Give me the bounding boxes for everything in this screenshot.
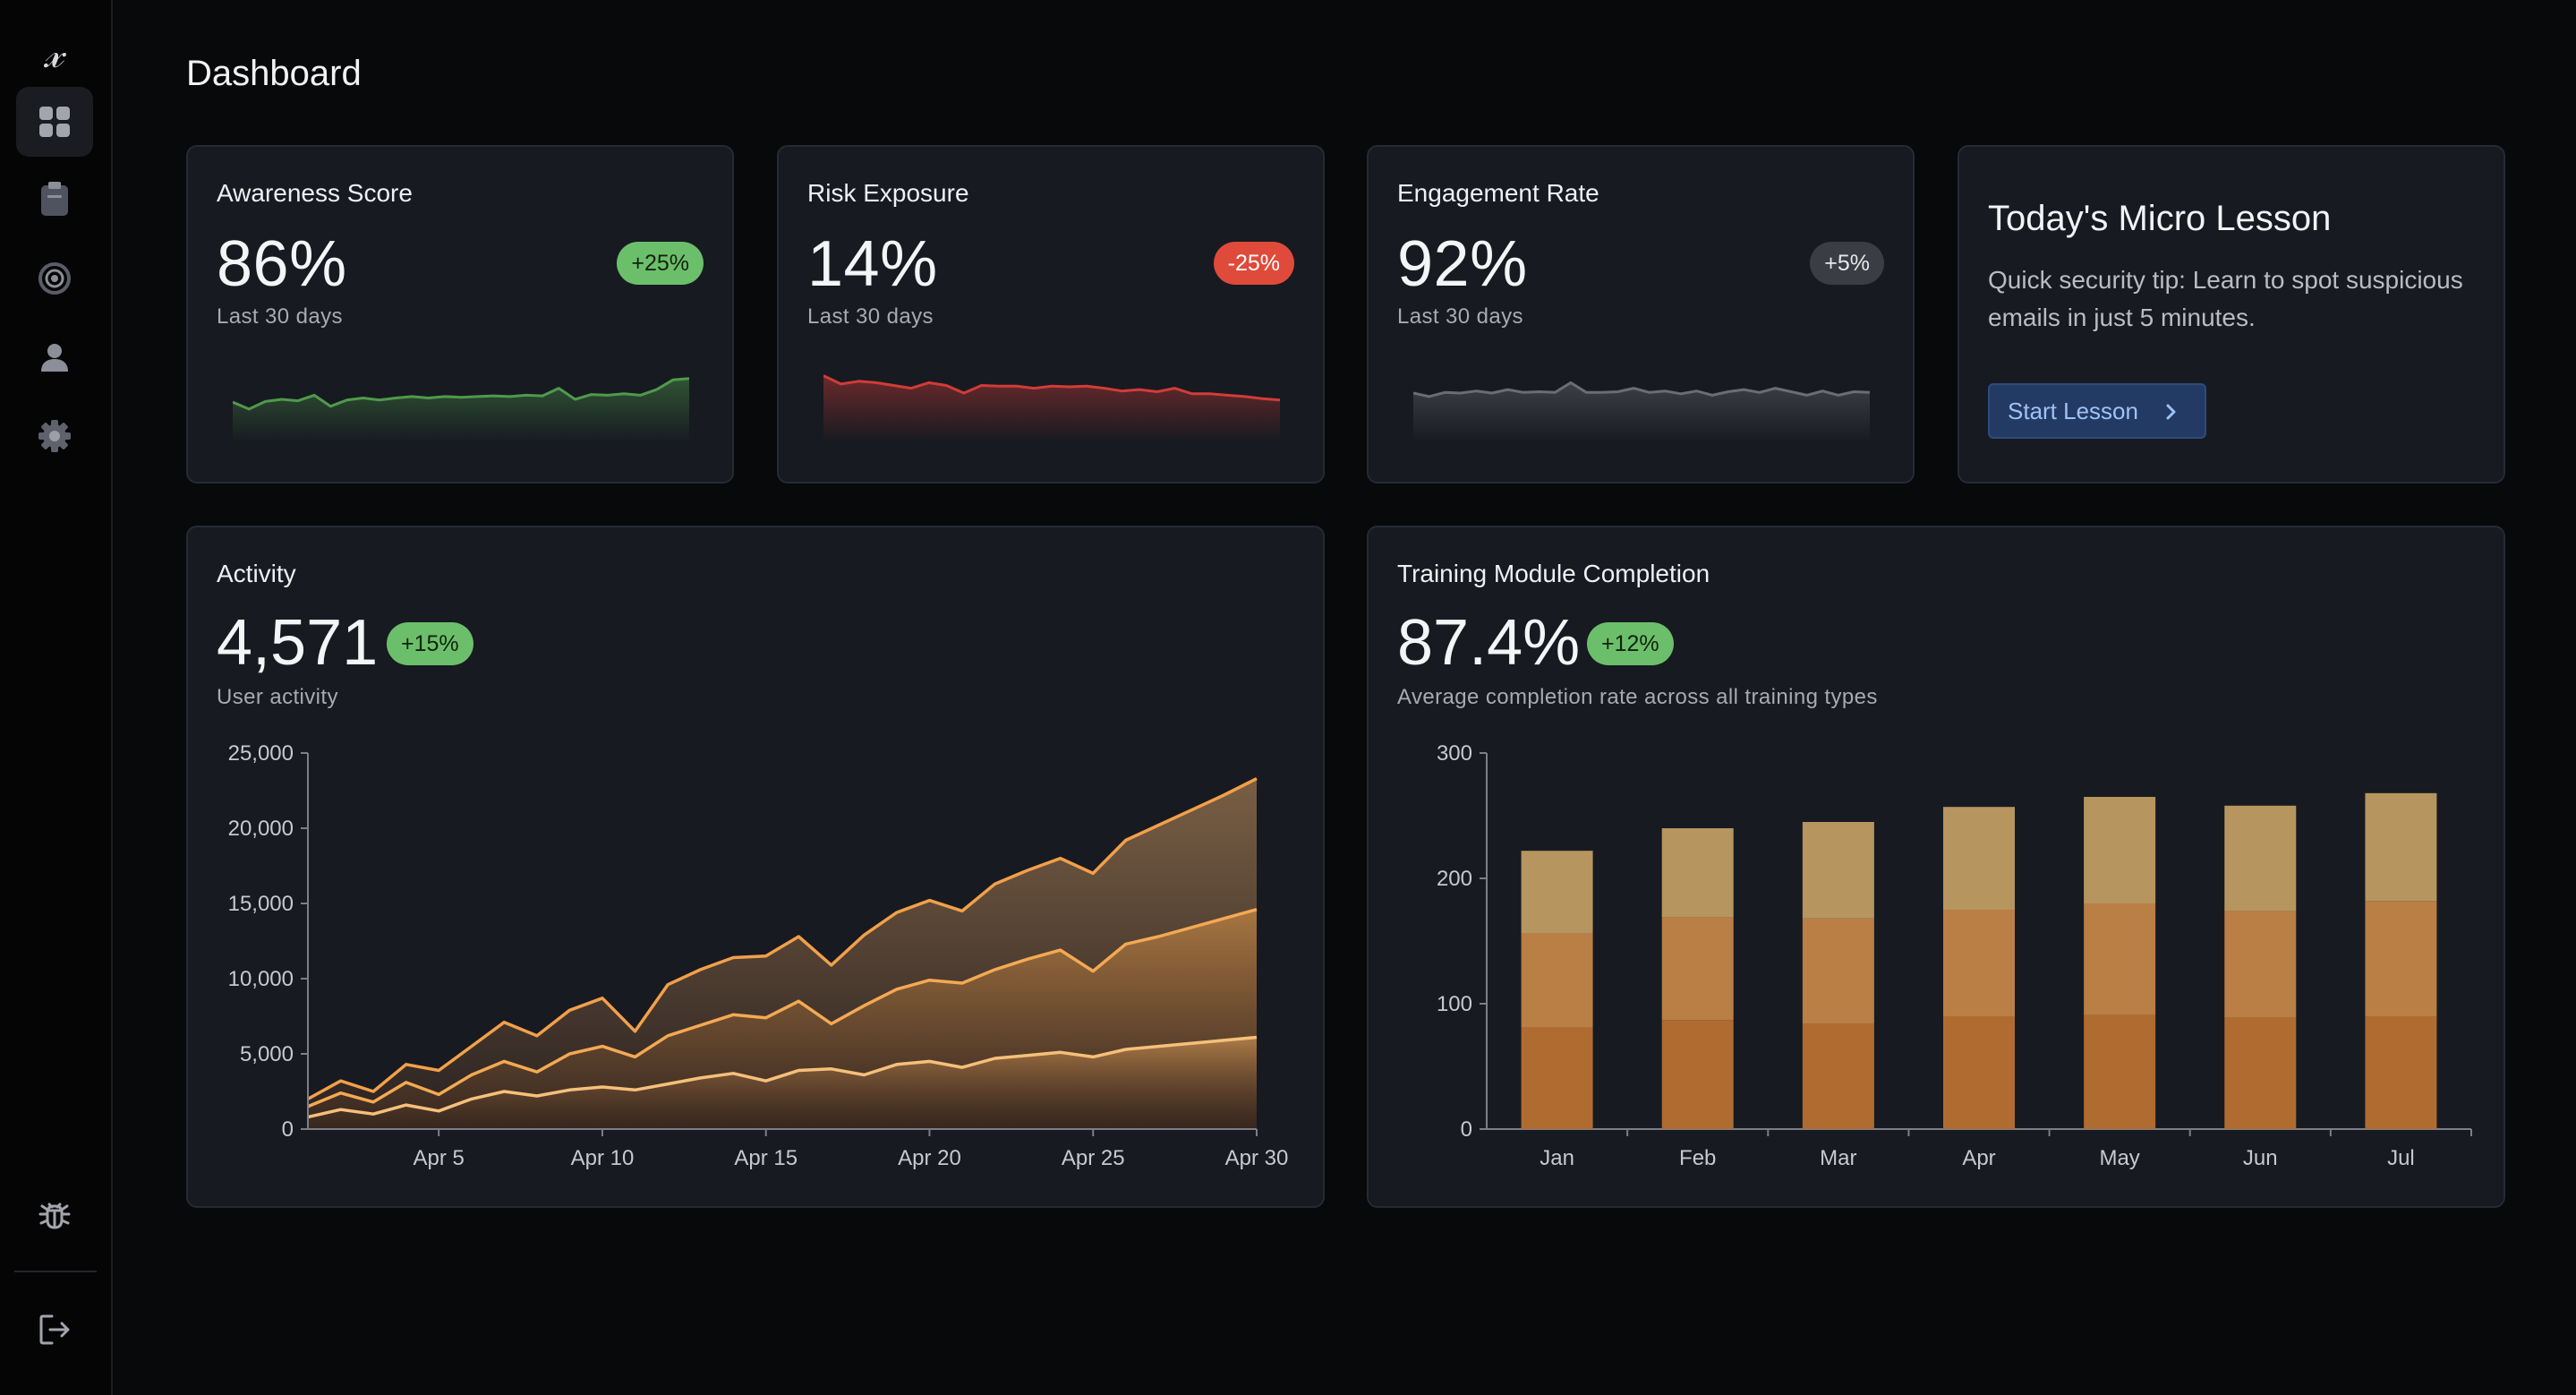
gear-icon	[38, 420, 71, 452]
user-icon	[41, 344, 68, 372]
bar-segment	[2365, 901, 2437, 1016]
x-tick-label: Jun	[2243, 1146, 2278, 1170]
x-tick-label: Apr	[1962, 1146, 1995, 1170]
y-tick-label: 10,000	[228, 967, 294, 991]
bar-segment	[1802, 822, 1874, 919]
sidebar-divider	[14, 1271, 97, 1272]
bar-segment	[2365, 792, 2437, 902]
clipboard-icon	[41, 182, 68, 216]
x-tick-label: Apr 25	[1062, 1146, 1125, 1170]
sidebar-item-settings[interactable]	[16, 401, 93, 471]
kpi-card-awareness: Awareness Score 86% +25% Last 30 days	[186, 145, 734, 484]
kpi-subtitle: Last 30 days	[807, 304, 934, 329]
page-title: Dashboard	[186, 54, 362, 93]
bar-segment	[1521, 933, 1593, 1028]
bar-segment	[2365, 1016, 2437, 1129]
bar-segment	[1943, 1016, 2015, 1129]
kpi-card-risk: Risk Exposure 14% -25% Last 30 days	[777, 145, 1325, 484]
kpi-title: Risk Exposure	[807, 179, 969, 207]
x-tick-label: Mar	[1820, 1146, 1856, 1170]
y-tick-label: 20,000	[228, 817, 294, 841]
sidebar-item-tasks[interactable]	[16, 164, 93, 234]
kpi-subtitle: Last 30 days	[217, 304, 343, 329]
sidebar: 𝓍	[0, 0, 113, 1395]
x-tick-label: Feb	[1679, 1146, 1716, 1170]
start-lesson-label: Start Lesson	[2008, 397, 2138, 424]
bar-segment	[1943, 807, 2015, 910]
sidebar-item-targets[interactable]	[16, 244, 93, 313]
activity-card: Activity 4,571 +15% User activity 0 5,000…	[186, 526, 1325, 1208]
target-icon	[38, 262, 71, 295]
chevron-right-icon	[2166, 404, 2176, 420]
y-tick-label: 25,000	[228, 741, 294, 766]
y-tick-label: 0	[1461, 1117, 1472, 1142]
activity-area-chart: 0 5,000 10,000 15,000 20,000 25,000 Apr 5 Apr 1…	[228, 741, 1289, 1170]
bar-segment	[1521, 851, 1593, 934]
kpi-value: 86%	[217, 228, 347, 300]
risk-sparkline	[823, 374, 1280, 442]
x-tick-label: Jan	[1540, 1146, 1574, 1170]
micro-lesson-card: Today's Micro Lesson Quick security tip:…	[1958, 145, 2505, 484]
lesson-title: Today's Micro Lesson	[1988, 199, 2332, 238]
x-tick-label: May	[2099, 1146, 2139, 1170]
logout-icon	[39, 1314, 70, 1345]
y-tick-label: 200	[1437, 867, 1472, 891]
kpi-card-engagement: Engagement Rate 92% +5% Last 30 days	[1367, 145, 1915, 484]
y-tick-label: 5,000	[240, 1042, 294, 1066]
kpi-value: 92%	[1397, 228, 1528, 300]
bar-segment	[1661, 917, 1734, 1021]
bar-segment	[1802, 1023, 1874, 1129]
sparkline-area	[233, 378, 689, 442]
kpi-title: Awareness Score	[217, 179, 413, 207]
bar-segment	[2084, 797, 2156, 903]
training-card: Training Module Completion 87.4% +12% Av…	[1367, 526, 2505, 1208]
bar-segment	[1943, 910, 2015, 1016]
sidebar-item-debug[interactable]	[16, 1179, 93, 1249]
sidebar-item-logout[interactable]	[16, 1295, 93, 1365]
kpi-value: 14%	[807, 228, 938, 300]
kpi-change-badge: +5%	[1810, 242, 1884, 285]
kpi-change-badge: -25%	[1213, 242, 1294, 285]
x-tick-label: Apr 20	[898, 1146, 961, 1170]
bug-icon	[38, 1202, 71, 1229]
x-tick-label: Apr 5	[414, 1146, 465, 1170]
bar-segment	[2084, 903, 2156, 1015]
lesson-description: Quick security tip: Learn to spot suspic…	[1988, 266, 2463, 331]
y-tick-label: 300	[1437, 741, 1472, 766]
dashboard-grid-icon	[39, 107, 70, 137]
bar-segment	[2224, 911, 2297, 1018]
training-bar-chart: 0 100 200 300 Jan Feb Mar Apr May Jun Jul	[1437, 741, 2472, 1170]
kpi-title: Engagement Rate	[1397, 179, 1599, 207]
awareness-sparkline	[233, 377, 689, 442]
x-tick-label: Apr 10	[571, 1146, 635, 1170]
bar-segment	[2224, 1017, 2297, 1129]
bar-segment	[1661, 828, 1734, 918]
sidebar-item-users[interactable]	[16, 322, 93, 392]
bar-segment	[2224, 805, 2297, 911]
bar-segment	[1802, 918, 1874, 1024]
y-tick-label: 100	[1437, 992, 1472, 1016]
y-tick-label: 15,000	[228, 892, 294, 916]
y-tick-label: 0	[282, 1117, 294, 1142]
x-tick-label: Apr 30	[1225, 1146, 1289, 1170]
engagement-sparkline	[1413, 381, 1870, 442]
x-tick-label: Jul	[2387, 1146, 2415, 1170]
bar-segment	[2084, 1014, 2156, 1129]
x-tick-label: Apr 15	[734, 1146, 798, 1170]
bar-segment	[1521, 1027, 1593, 1129]
start-lesson-button[interactable]: Start Lesson	[1988, 383, 2206, 439]
sidebar-item-dashboard[interactable]	[16, 87, 93, 157]
kpi-subtitle: Last 30 days	[1397, 304, 1523, 329]
bar-segment	[1661, 1020, 1734, 1129]
kpi-change-badge: +25%	[617, 242, 704, 285]
app-logo[interactable]: 𝓍	[27, 27, 81, 81]
